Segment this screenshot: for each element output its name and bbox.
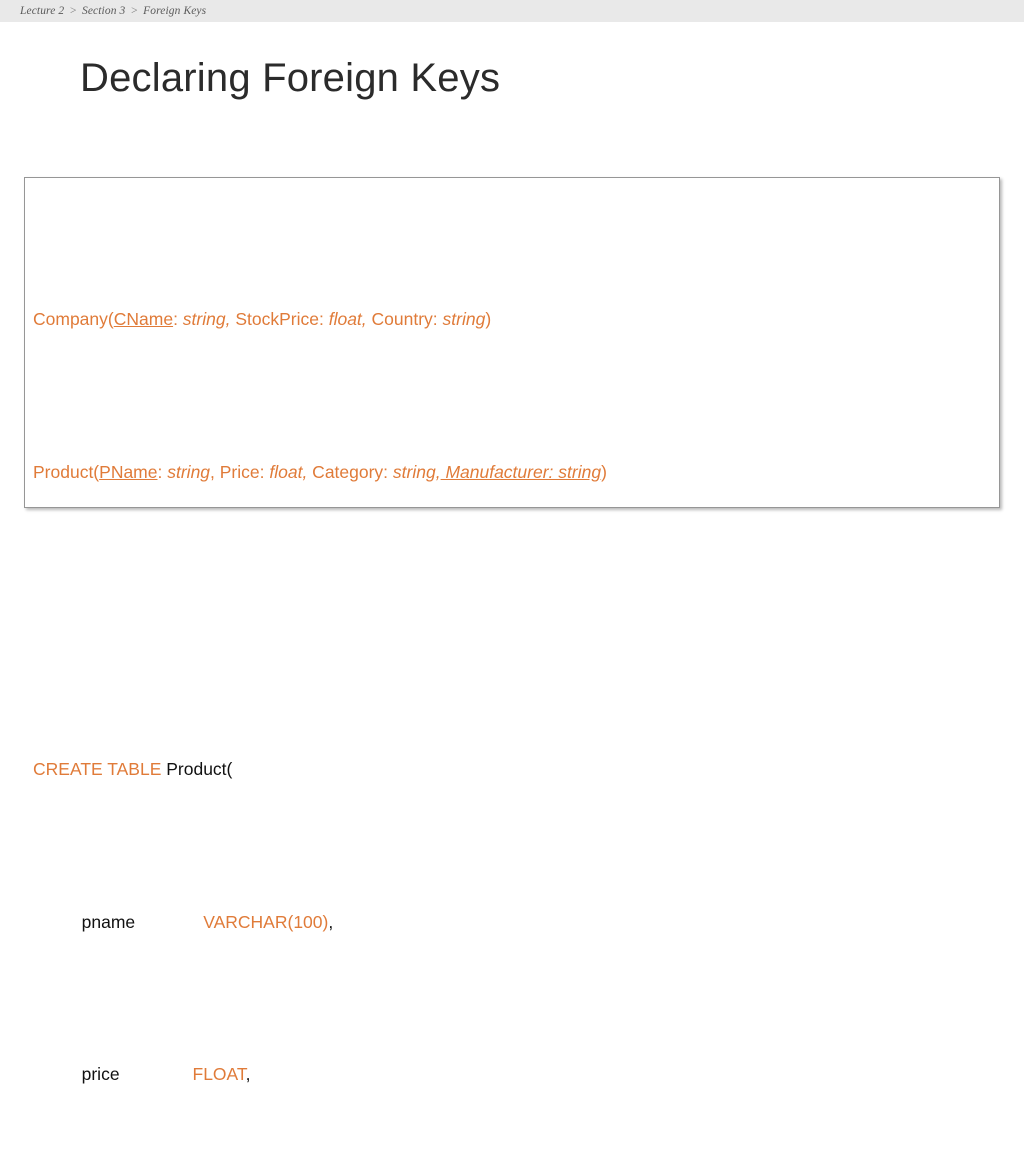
sql-column-gap	[135, 912, 203, 932]
schema-type-stockprice: float,	[323, 309, 367, 329]
breadcrumb-separator: >	[69, 5, 77, 17]
schema-attr-country: Country:	[366, 309, 438, 329]
schema-type-price: float,	[264, 461, 308, 482]
breadcrumb-item-topic[interactable]: Foreign Keys	[143, 5, 206, 17]
sql-column-comma: ,	[328, 911, 334, 932]
sql-indent	[33, 1064, 82, 1084]
sql-column-type-price: FLOAT	[192, 1064, 246, 1084]
sql-line-column-pname: pname VARCHAR(100),	[33, 907, 995, 938]
breadcrumb-item-section[interactable]: Section 3	[82, 5, 125, 17]
sql-column-name-pname: pname	[81, 911, 136, 932]
schema-relation-company: Company(	[33, 309, 114, 329]
breadcrumb-separator: >	[130, 5, 139, 17]
schema-primary-key-pname: PName	[99, 461, 158, 482]
schema-attr-stockprice: StockPrice:	[230, 309, 324, 329]
schema-type-country: string	[437, 309, 486, 329]
schema-type-pname: string	[162, 461, 211, 482]
sql-table-name: Product(	[161, 759, 233, 779]
schema-foreign-key-manufacturer: Manufacturer: string	[440, 461, 602, 482]
code-block-container: Company(CName: string, StockPrice: float…	[24, 177, 1000, 1084]
schema-attr-category: Category:	[307, 461, 389, 482]
sql-keyword-create-table: CREATE TABLE	[33, 759, 162, 779]
sql-column-comma: ,	[245, 1064, 251, 1084]
code-block: Company(CName: string, StockPrice: float…	[33, 182, 995, 1152]
sql-column-name-price: price	[81, 1064, 120, 1084]
schema-relation-product: Product(	[33, 461, 100, 482]
schema-line-product: Product(PName: string, Price: float, Cat…	[33, 457, 995, 488]
schema-type-cname: string,	[177, 309, 231, 329]
schema-close-paren-product: )	[601, 461, 607, 482]
sql-line-create-table: CREATE TABLE Product(	[33, 754, 995, 785]
schema-line-company: Company(CName: string, StockPrice: float…	[33, 304, 995, 335]
schema-primary-key-cname: CName	[113, 309, 174, 329]
sql-column-type-pname: VARCHAR(100)	[203, 911, 329, 932]
schema-close-paren-company: )	[485, 309, 492, 329]
breadcrumb: Lecture 2 > Section 3 > Foreign Keys	[0, 0, 1024, 22]
schema-attr-price: , Price:	[210, 461, 265, 482]
sql-indent	[33, 912, 82, 932]
schema-type-category: string,	[388, 461, 441, 482]
sql-line-column-price: price FLOAT,	[33, 1059, 995, 1090]
breadcrumb-item-lecture[interactable]: Lecture 2	[20, 5, 64, 17]
page-title: Declaring Foreign Keys	[80, 56, 501, 100]
sql-column-gap	[120, 1064, 193, 1084]
